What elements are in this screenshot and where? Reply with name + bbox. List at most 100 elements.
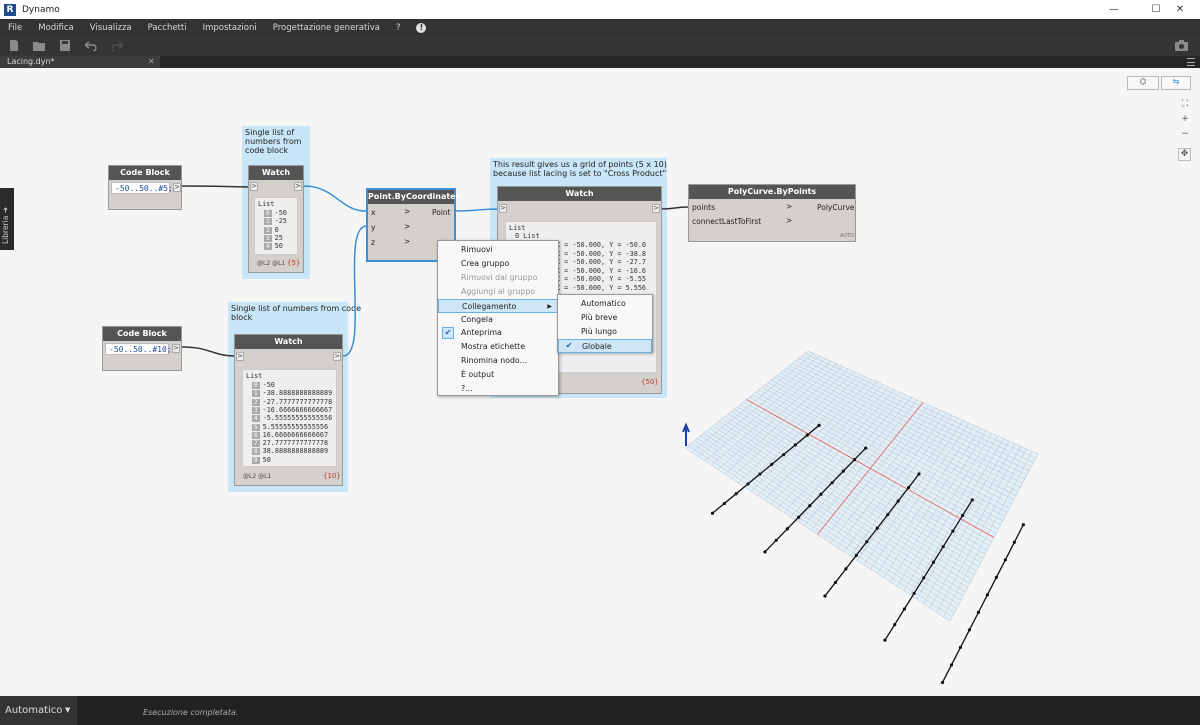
output-port-point[interactable]: Point [432,208,451,217]
watch-sublist-header: 0 List [515,232,540,240]
node-title: PolyCurve.ByPoints [689,185,855,199]
input-port-y[interactable]: y [371,223,375,232]
close-button[interactable]: ✕ [1160,0,1200,19]
menu-bar: File Modifica Visualizza Pacchetti Impos… [0,19,1200,36]
output-port[interactable]: > [173,183,181,192]
list-index: 6 [252,431,260,439]
watch-node-2[interactable]: Watch > > List 0 -50 1 -38.8888888888889 2 -27… [234,334,343,486]
context-menu-item[interactable]: Collegamento ▶ [438,298,558,313]
list-item: 7 27.7777777777778 [252,439,328,448]
output-port[interactable]: > [294,182,302,191]
lacing-option[interactable]: Automatico [558,297,652,311]
wire-code1-watch1[interactable] [181,185,249,188]
input-port-connect-last[interactable]: connectLastToFirst [692,217,761,226]
menu-progettazione-generativa[interactable]: Progettazione generativa [265,23,388,33]
list-value: 5.55555555555556 [262,422,329,431]
context-menu-item[interactable]: Rimuovi [438,243,558,257]
save-icon[interactable] [59,40,71,51]
context-menu-item[interactable]: Mostra etichette [438,340,558,354]
wire-watch2-point-y[interactable] [342,225,367,357]
list-value: 16.6666666666667 [262,430,329,439]
pan-icon[interactable]: ✥ [1178,148,1191,161]
info-icon[interactable]: ! [416,22,427,33]
input-port-z[interactable]: z [371,238,375,247]
menu-help[interactable]: ? [388,23,409,33]
context-menu-item[interactable]: Congela [438,313,558,327]
code-block-node-2[interactable]: Code Block -50..50..#10; > [102,326,182,371]
chevron-down-icon: ▼ [65,706,71,714]
zoom-in-icon[interactable]: + [1179,114,1191,126]
list-index: 0 [252,382,260,389]
undo-icon[interactable] [85,40,97,51]
camera-icon[interactable] [1175,40,1188,51]
wire-code2-watch2[interactable] [181,346,235,357]
menu-visualizza[interactable]: Visualizza [82,23,140,33]
list-value: -25 [274,217,287,226]
output-port-polycurve[interactable]: PolyCurve [817,203,855,212]
list-item: 3 25 [264,234,283,242]
polycurve-by-points-node[interactable]: PolyCurve.ByPoints points > connectLastT… [688,184,856,242]
run-mode-dropdown[interactable]: Automatico ▼ [0,696,77,725]
context-menu-item[interactable]: ?... [438,382,558,396]
tab-menu-icon[interactable] [1187,58,1195,66]
minimize-button[interactable]: — [1094,0,1134,19]
context-menu-item[interactable]: È output [438,368,558,382]
input-port[interactable]: > [236,352,244,361]
list-item: 6 16.6666666666667 [252,431,328,439]
code-block-node-1[interactable]: Code Block -50..50..#5; > [108,165,182,210]
geometry-view-toggle-icon[interactable]: ⇆ [1161,76,1191,90]
redo-icon[interactable] [111,40,123,51]
code-input[interactable]: -50..50..#5; [111,182,173,194]
menu-pacchetti[interactable]: Pacchetti [140,23,195,33]
output-port[interactable]: > [652,204,660,213]
watch-list-header: List [509,224,526,232]
input-port[interactable]: > [250,182,258,191]
dynamo-logo-icon: R [4,3,16,16]
context-menu-label: Rimuovi dal gruppo [461,272,538,282]
list-index: 0 [264,210,272,217]
input-port[interactable]: > [499,204,507,213]
lacing-option[interactable]: Più lungo [558,325,652,339]
input-port-points[interactable]: points [692,203,715,212]
open-file-icon[interactable] [33,40,45,51]
new-file-icon[interactable] [8,40,20,51]
list-index: 3 [264,234,272,242]
menu-file[interactable]: File [0,23,30,33]
zoom-to-fit-icon[interactable]: ⛶ [1179,99,1191,111]
context-menu-item: Aggiungi al gruppo [438,285,558,299]
watch-count: {50} [641,378,659,386]
lacing-option[interactable]: Più breve [558,311,652,325]
wire-watch1-point-x[interactable] [303,185,367,212]
menu-modifica[interactable]: Modifica [30,23,82,33]
context-menu-label: Rimuovi [461,245,493,254]
list-value: 25 [274,233,283,242]
context-menu-label: È output [461,370,495,380]
lacing-option-label: Più breve [581,312,618,322]
output-port[interactable]: > [172,344,180,353]
workspace-canvas[interactable]: Libreria ➜ Single list of numbers from c… [0,68,1200,696]
context-menu-item[interactable]: Rinomina nodo... [438,354,558,368]
lacing-option[interactable]: ✔ Globale [558,338,652,353]
title-bar: R Dynamo — ☐ ✕ [0,0,1200,19]
zoom-out-icon[interactable]: − [1179,129,1191,141]
node-title: Code Block [103,327,181,341]
context-menu-item[interactable]: Crea gruppo [438,257,558,271]
submenu-arrow-icon: ▶ [547,302,552,310]
output-port[interactable]: > [333,352,341,361]
wire-watch3-poly[interactable] [660,206,689,210]
menu-impostazioni[interactable]: Impostazioni [195,23,265,33]
graph-view-toggle-icon[interactable]: ⌬ [1127,76,1159,90]
context-menu-item[interactable]: ✔ Anteprima [438,326,558,340]
tab-close-icon[interactable]: ✕ [148,56,155,68]
watch-node-1[interactable]: Watch > > List 0 -50 1 -25 2 0 3 25 4 50 @L2 @L1 {… [248,165,304,273]
toolbar [0,36,1200,56]
list-index: 3 [252,406,260,414]
status-bar: Automatico ▼ Esecuzione completata. [0,696,1200,725]
wire-point-watch3[interactable] [455,208,499,212]
port-arrow: > [786,216,793,225]
code-input[interactable]: -50..50..#10; [105,343,172,355]
input-port-x[interactable]: x [371,208,375,217]
port-arrow: > [786,202,793,211]
lacing-option-label: Automatico [581,299,626,308]
tab-lacing[interactable]: Lacing.dyn* ✕ [0,56,160,68]
